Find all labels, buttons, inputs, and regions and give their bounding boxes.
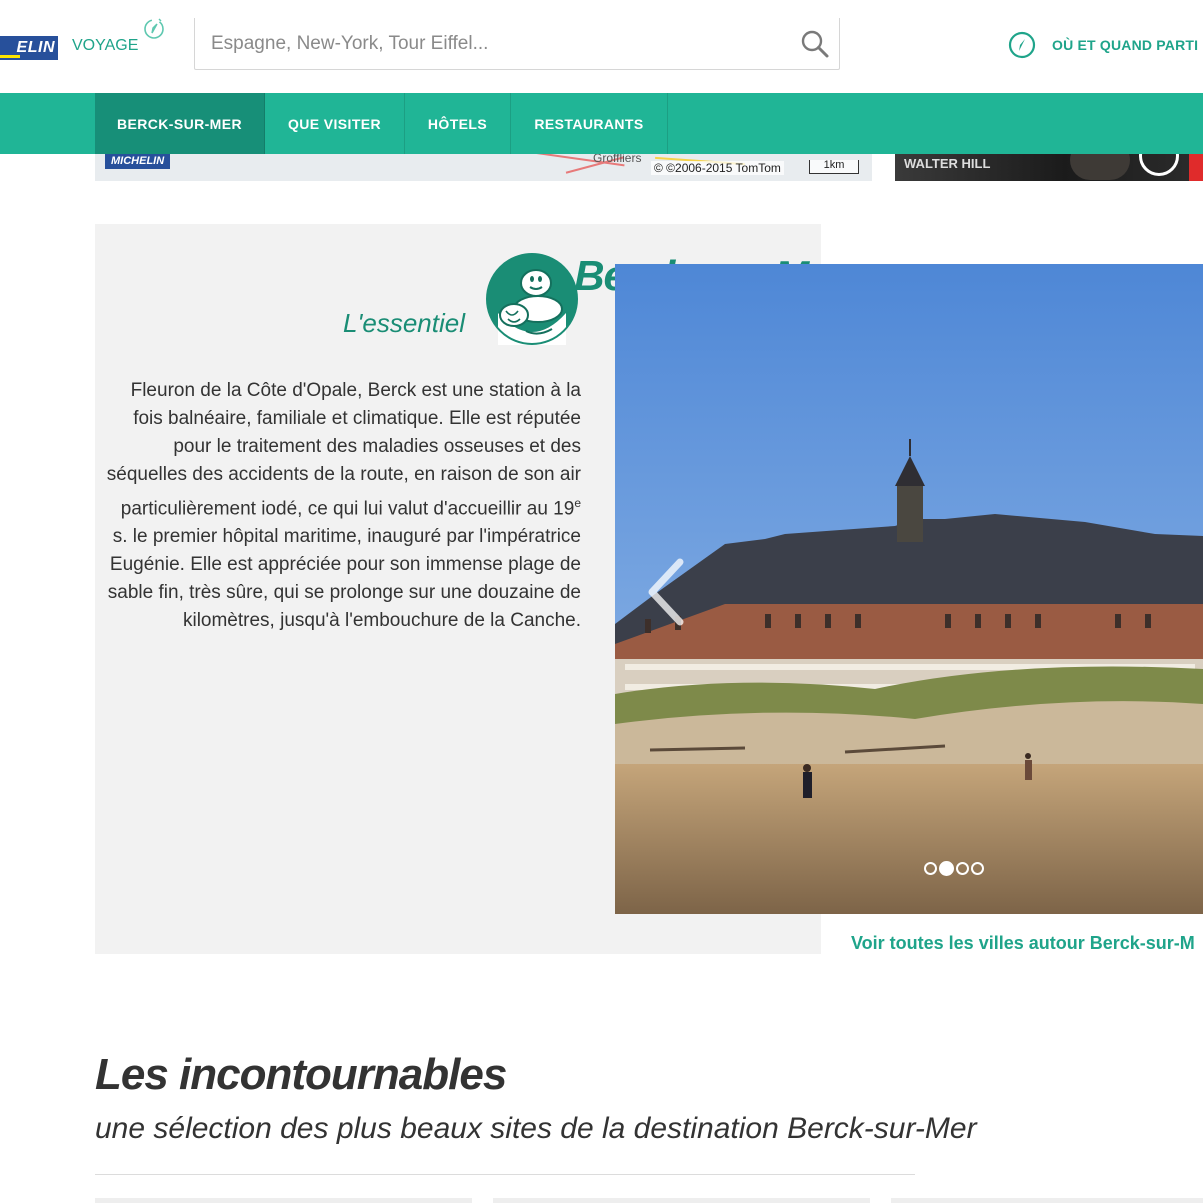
- destination-description: Fleuron de la Côte d'Opale, Berck est un…: [106, 377, 581, 635]
- desc-sup: e: [574, 496, 581, 510]
- tab-que-visiter[interactable]: QUE VISITER: [265, 93, 405, 154]
- ad-badge: [1189, 154, 1203, 181]
- ad-banner[interactable]: WALTER HILL: [895, 154, 1203, 181]
- divider: [95, 1174, 915, 1175]
- michelin-logo[interactable]: ELIN: [0, 36, 58, 60]
- site-card[interactable]: [891, 1198, 1203, 1203]
- carousel-dot-3[interactable]: [956, 862, 969, 875]
- carousel-prev-icon[interactable]: [642, 556, 692, 628]
- where-when-label: OÙ ET QUAND PARTI: [1052, 37, 1199, 53]
- tab-restaurants[interactable]: RESTAURANTS: [511, 93, 668, 154]
- carousel-dot-2[interactable]: [939, 861, 954, 876]
- search-input[interactable]: [195, 18, 775, 70]
- play-icon[interactable]: [1139, 154, 1179, 176]
- section-subtitle: une sélection des plus beaux sites de la…: [95, 1112, 977, 1145]
- nearby-cities-link[interactable]: Voir toutes les villes autour Berck-sur-…: [851, 933, 1195, 954]
- compass-icon: [144, 18, 164, 39]
- tab-hotels[interactable]: HÔTELS: [405, 93, 511, 154]
- brand-voyage[interactable]: VOYAGE: [72, 37, 138, 55]
- carousel-dots: [924, 861, 986, 876]
- map-michelin-logo: MICHELIN: [105, 154, 171, 169]
- map-scale: 1km: [809, 160, 859, 174]
- carousel-photo[interactable]: [615, 264, 1203, 914]
- ad-image: [1070, 154, 1130, 180]
- site-card[interactable]: [95, 1198, 472, 1203]
- map-place-label: Groffliers: [593, 154, 642, 165]
- site-card[interactable]: [493, 1198, 870, 1203]
- compass-icon: [1008, 31, 1036, 59]
- ad-text: WALTER HILL: [904, 156, 991, 171]
- search-icon[interactable]: [799, 28, 831, 60]
- map-widget[interactable]: MICHELIN Groffliers © ©2006-2015 TomTom …: [95, 154, 872, 181]
- carousel-dot-4[interactable]: [971, 862, 984, 875]
- where-when-link[interactable]: OÙ ET QUAND PARTI: [1008, 30, 1198, 60]
- main-nav: BERCK-SUR-MER QUE VISITER HÔTELS RESTAUR…: [0, 93, 1203, 163]
- desc-text: Fleuron de la Côte d'Opale, Berck est un…: [106, 380, 581, 520]
- map-copyright: © ©2006-2015 TomTom: [651, 161, 784, 175]
- tab-berck-sur-mer[interactable]: BERCK-SUR-MER: [95, 93, 265, 163]
- desc-text-end: s. le premier hôpital maritime, inauguré…: [107, 526, 581, 632]
- bibendum-icon: [486, 253, 578, 345]
- search-box: [194, 18, 840, 70]
- page-subtitle: L'essentiel: [342, 308, 465, 338]
- site-header: ELIN VOYAGE OÙ ET QUAND PARTI: [0, 0, 1203, 93]
- section-title: Les incontournables: [95, 1050, 507, 1099]
- logo-text: ELIN: [16, 39, 55, 56]
- carousel-dot-1[interactable]: [924, 862, 937, 875]
